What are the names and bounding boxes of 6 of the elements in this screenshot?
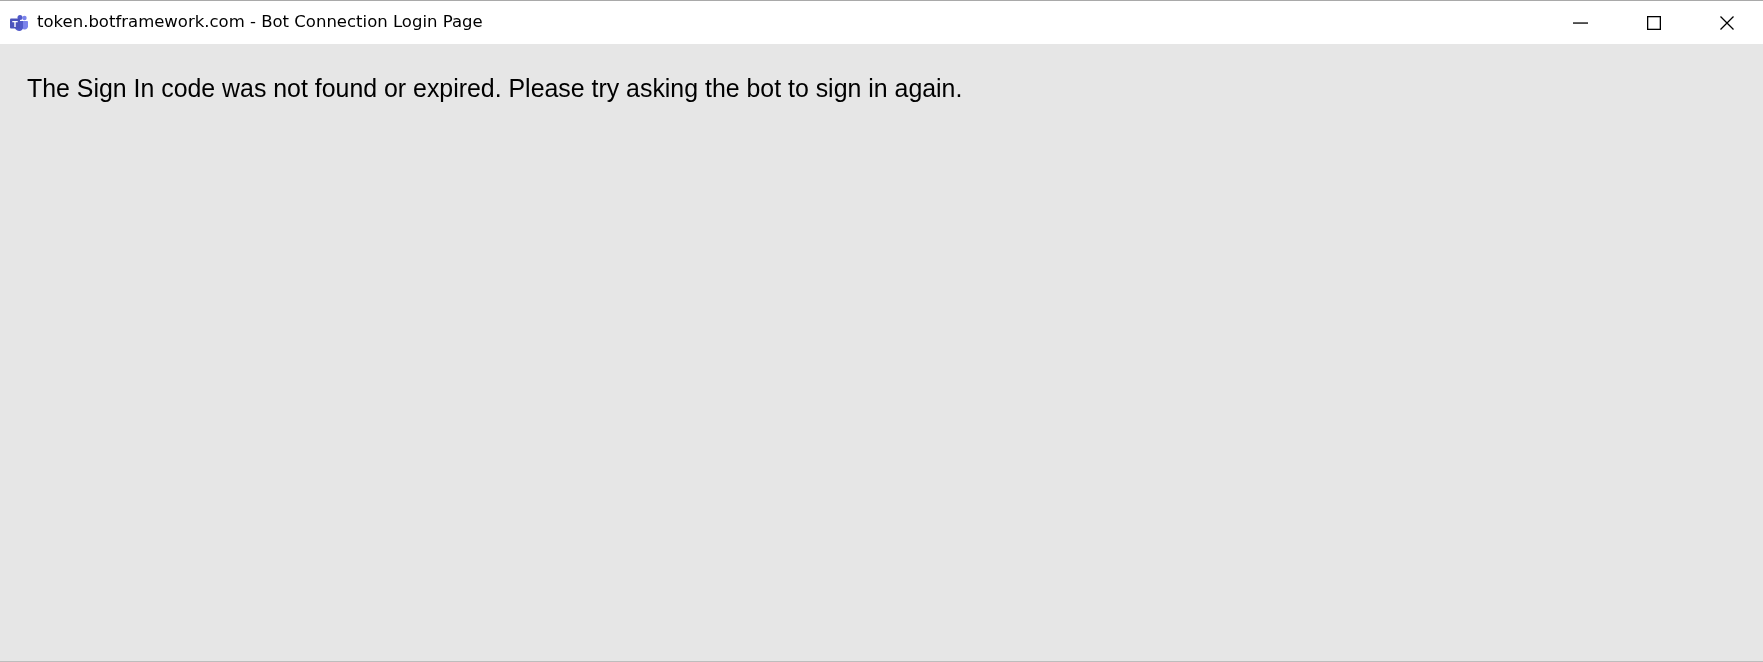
app-logo-icon bbox=[10, 14, 28, 31]
window-title: token.botframework.com - Bot Connection Login Page bbox=[37, 11, 483, 34]
error-message: The Sign In code was not found or expired. Please try asking the bot to sign in again. bbox=[27, 73, 964, 104]
close-icon bbox=[1719, 15, 1734, 30]
maximize-icon bbox=[1646, 15, 1661, 30]
minimize-icon bbox=[1573, 21, 1588, 24]
